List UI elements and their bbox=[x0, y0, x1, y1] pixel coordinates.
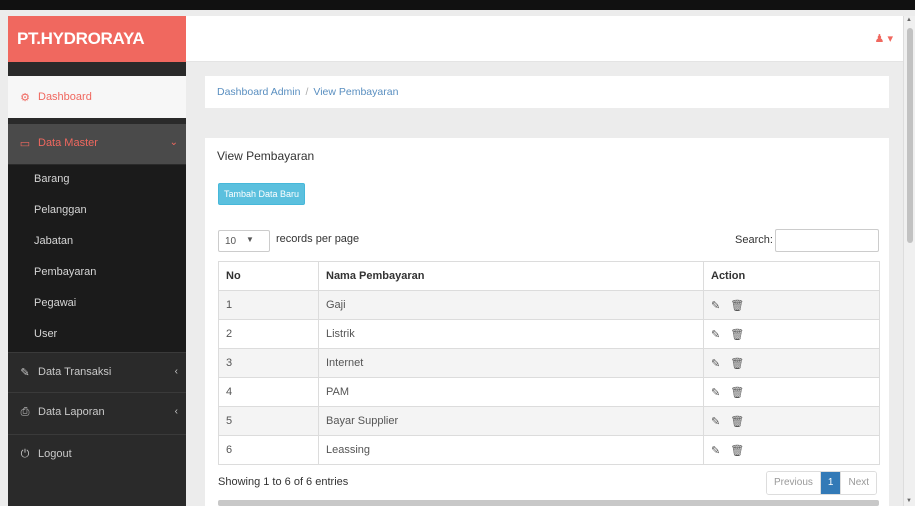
delete-trash-icon[interactable]: 🗑 bbox=[730, 358, 744, 370]
edit-pencil-icon[interactable]: ✎ bbox=[711, 329, 720, 341]
cell-action: ✎ 🗑 bbox=[703, 348, 880, 378]
cell-action: ✎ 🗑 bbox=[703, 319, 880, 349]
caret-down-icon: ▼ bbox=[246, 235, 254, 244]
table-header-row: No Nama Pembayaran Action bbox=[218, 261, 880, 291]
monitor-icon: ▭ bbox=[19, 138, 31, 150]
column-header-action[interactable]: Action bbox=[703, 261, 880, 291]
cell-no: 5 bbox=[218, 406, 319, 436]
records-per-page-label: records per page bbox=[276, 233, 360, 245]
sidebar-item-data-transaksi[interactable]: ✎ Data Transaksi ‹ bbox=[8, 352, 186, 392]
sidebar-item-logout[interactable]: ⏻ Logout bbox=[8, 434, 186, 474]
data-master-submenu: Barang Pelanggan Jabatan Pembayaran Pega… bbox=[8, 165, 186, 352]
pagination-previous[interactable]: Previous bbox=[767, 472, 821, 494]
content-panel: View Pembayaran Tambah Data Baru 10 ▼ re… bbox=[205, 138, 889, 506]
user-menu-toggle[interactable]: ♟ ▾ bbox=[875, 32, 893, 45]
pagination-next[interactable]: Next bbox=[840, 472, 877, 494]
sidebar-item-label: Data Laporan bbox=[38, 406, 105, 418]
cell-action: ✎ 🗑 bbox=[703, 290, 880, 320]
search-label: Search: bbox=[735, 234, 773, 246]
delete-trash-icon[interactable]: 🗑 bbox=[730, 387, 744, 399]
add-new-data-button[interactable]: Tambah Data Baru bbox=[218, 183, 305, 205]
pagination-page-1[interactable]: 1 bbox=[820, 472, 841, 494]
sidebar-item-jabatan[interactable]: Jabatan bbox=[34, 235, 73, 247]
edit-pencil-icon[interactable]: ✎ bbox=[711, 445, 720, 457]
entries-info: Showing 1 to 6 of 6 entries bbox=[218, 476, 349, 488]
sidebar-item-pelanggan[interactable]: Pelanggan bbox=[34, 204, 87, 216]
user-icon: ♟ bbox=[874, 33, 885, 45]
delete-trash-icon[interactable]: 🗑 bbox=[730, 416, 744, 428]
payments-table: No Nama Pembayaran Action 1 Gaji ✎ 🗑 2 Li… bbox=[218, 261, 880, 465]
chevron-down-icon: ⌄ bbox=[169, 137, 178, 148]
breadcrumb-separator: / bbox=[305, 86, 309, 98]
cell-nama: Listrik bbox=[318, 319, 704, 349]
sidebar-item-label: Data Master bbox=[38, 137, 98, 149]
brand-logo[interactable]: PT.HYDRORAYA bbox=[8, 16, 186, 62]
delete-trash-icon[interactable]: 🗑 bbox=[730, 329, 744, 341]
window-top-strip bbox=[0, 0, 915, 10]
sidebar-item-pembayaran[interactable]: Pembayaran bbox=[34, 266, 96, 278]
delete-trash-icon[interactable]: 🗑 bbox=[730, 445, 744, 457]
scroll-down-arrow-icon[interactable]: ▼ bbox=[906, 498, 912, 504]
records-per-page-select[interactable]: 10 ▼ bbox=[218, 230, 270, 252]
edit-icon: ✎ bbox=[20, 367, 30, 379]
page-title: View Pembayaran bbox=[217, 149, 315, 163]
cell-nama: PAM bbox=[318, 377, 704, 407]
cell-no: 4 bbox=[218, 377, 319, 407]
table-row: 5 Bayar Supplier ✎ 🗑 bbox=[218, 406, 880, 436]
top-navbar: ♟ ▾ bbox=[186, 16, 903, 62]
chevron-left-icon: ‹ bbox=[174, 406, 178, 417]
cell-nama: Gaji bbox=[318, 290, 704, 320]
print-icon: ⎙ bbox=[20, 406, 30, 418]
pagination: Previous 1 Next bbox=[766, 471, 878, 495]
breadcrumb: Dashboard Admin / View Pembayaran bbox=[205, 76, 889, 108]
table-row: 1 Gaji ✎ 🗑 bbox=[218, 290, 880, 320]
cell-no: 2 bbox=[218, 319, 319, 349]
delete-trash-icon[interactable]: 🗑 bbox=[730, 300, 744, 312]
sidebar-item-data-master[interactable]: ▭ Data Master ⌄ bbox=[8, 124, 186, 164]
sidebar-item-label: Dashboard bbox=[38, 91, 92, 103]
cell-action: ✎ 🗑 bbox=[703, 406, 880, 436]
power-icon: ⏻ bbox=[20, 448, 30, 460]
brand-name: PT.HYDRORAYA bbox=[17, 29, 145, 48]
table-row: 4 PAM ✎ 🗑 bbox=[218, 377, 880, 407]
scroll-up-arrow-icon[interactable]: ▲ bbox=[906, 17, 912, 23]
sidebar-item-user[interactable]: User bbox=[34, 328, 57, 340]
chevron-left-icon: ‹ bbox=[174, 366, 178, 377]
cell-nama: Leassing bbox=[318, 435, 704, 465]
dashboard-icon: ⚙ bbox=[20, 92, 30, 104]
edit-pencil-icon[interactable]: ✎ bbox=[711, 358, 720, 370]
sidebar: ⚙ Dashboard ▭ Data Master ⌄ Barang Pelan… bbox=[8, 62, 186, 506]
cell-action: ✎ 🗑 bbox=[703, 377, 880, 407]
edit-pencil-icon[interactable]: ✎ bbox=[711, 387, 720, 399]
chevron-down-icon: ▾ bbox=[887, 33, 893, 45]
column-header-no[interactable]: No bbox=[218, 261, 319, 291]
sidebar-item-dashboard[interactable]: ⚙ Dashboard bbox=[8, 76, 186, 118]
vertical-scrollbar[interactable]: ▲ ▼ bbox=[903, 16, 915, 506]
sidebar-item-barang[interactable]: Barang bbox=[34, 173, 69, 185]
cell-action: ✎ 🗑 bbox=[703, 435, 880, 465]
cell-no: 6 bbox=[218, 435, 319, 465]
edit-pencil-icon[interactable]: ✎ bbox=[711, 416, 720, 428]
table-row: 2 Listrik ✎ 🗑 bbox=[218, 319, 880, 349]
cell-nama: Bayar Supplier bbox=[318, 406, 704, 436]
sidebar-item-data-laporan[interactable]: ⎙ Data Laporan ‹ bbox=[8, 392, 186, 432]
cell-nama: Internet bbox=[318, 348, 704, 378]
horizontal-scrollbar[interactable] bbox=[218, 500, 879, 506]
table-row: 3 Internet ✎ 🗑 bbox=[218, 348, 880, 378]
scrollbar-thumb[interactable] bbox=[907, 28, 913, 243]
breadcrumb-current: View Pembayaran bbox=[313, 86, 399, 98]
column-header-nama-pembayaran[interactable]: Nama Pembayaran bbox=[318, 261, 704, 291]
sidebar-item-label: Logout bbox=[38, 448, 72, 460]
sidebar-item-label: Data Transaksi bbox=[38, 366, 112, 378]
records-per-page-value: 10 bbox=[225, 236, 237, 247]
sidebar-item-pegawai[interactable]: Pegawai bbox=[34, 297, 76, 309]
cell-no: 1 bbox=[218, 290, 319, 320]
table-row: 6 Leassing ✎ 🗑 bbox=[218, 435, 880, 465]
cell-no: 3 bbox=[218, 348, 319, 378]
search-input[interactable] bbox=[775, 229, 879, 252]
edit-pencil-icon[interactable]: ✎ bbox=[711, 300, 720, 312]
breadcrumb-home-link[interactable]: Dashboard Admin bbox=[217, 86, 300, 98]
